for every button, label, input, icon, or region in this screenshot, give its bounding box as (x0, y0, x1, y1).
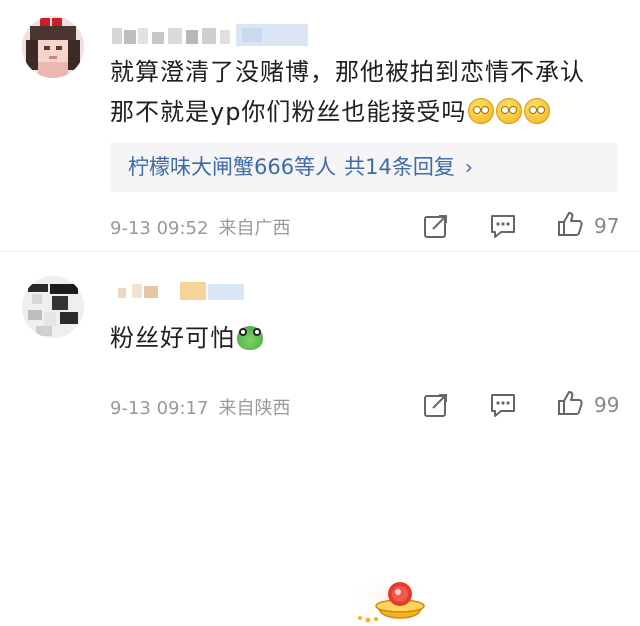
comment-date: 9-13 09:52 (110, 218, 209, 239)
username-blurred[interactable] (118, 280, 248, 302)
reply-count: 共14条回复 (344, 155, 455, 179)
like-count: 97 (594, 214, 620, 238)
share-icon[interactable] (422, 391, 450, 419)
comment-location: 来自广西 (218, 218, 291, 239)
comment-icon[interactable] (489, 212, 517, 240)
chevron-right-icon: › (464, 155, 473, 179)
gold-ingot-decoration-icon (346, 574, 430, 626)
thumbs-up-icon[interactable] (556, 210, 584, 238)
replies-summary[interactable]: 柠檬味大闸蟹666等人 共14条回复 › (110, 142, 618, 192)
comment-date: 9-13 09:17 (110, 398, 209, 419)
share-icon[interactable] (422, 212, 450, 240)
avatar[interactable] (22, 276, 84, 338)
avatar[interactable] (22, 16, 84, 78)
comment-icon[interactable] (489, 391, 517, 419)
like-count: 99 (594, 393, 620, 417)
comment-text-line-2-text: 那不就是yp你们粉丝也能接受吗 (110, 98, 467, 126)
thumbs-up-icon[interactable] (556, 389, 584, 417)
comment-text-content: 粉丝好可怕 (110, 324, 235, 352)
comment-item: 就算澄清了没赌博，那他被拍到恋情不承认 那不就是yp你们粉丝也能接受吗 柠檬味大… (0, 0, 640, 252)
comment-text-line-1: 就算澄清了没赌博，那他被拍到恋情不承认 (110, 58, 585, 86)
comment-location: 来自陕西 (218, 398, 291, 419)
replies-summary-text[interactable]: 柠檬味大闸蟹666等人 共14条回复 › (128, 152, 473, 182)
avatar-image (22, 276, 84, 338)
grimace-emoji-icon (496, 98, 523, 124)
comment-meta: 9-13 09:52 来自广西 (110, 214, 290, 240)
frog-emoji-icon (237, 326, 263, 350)
grimace-emoji-icon (524, 98, 551, 124)
sweat-smile-emoji-icon (468, 98, 495, 124)
reply-users: 柠檬味大闸蟹666等人 (128, 155, 337, 179)
comment-item: 粉丝好可怕 9-13 09:17 来自陕西 99 (0, 252, 640, 626)
username-blurred[interactable] (112, 24, 308, 48)
avatar-image (22, 16, 84, 78)
comment-meta: 9-13 09:17 来自陕西 (110, 394, 290, 420)
comment-text-line-2: 那不就是yp你们粉丝也能接受吗 (110, 92, 551, 132)
comment-text: 粉丝好可怕 (110, 318, 263, 358)
